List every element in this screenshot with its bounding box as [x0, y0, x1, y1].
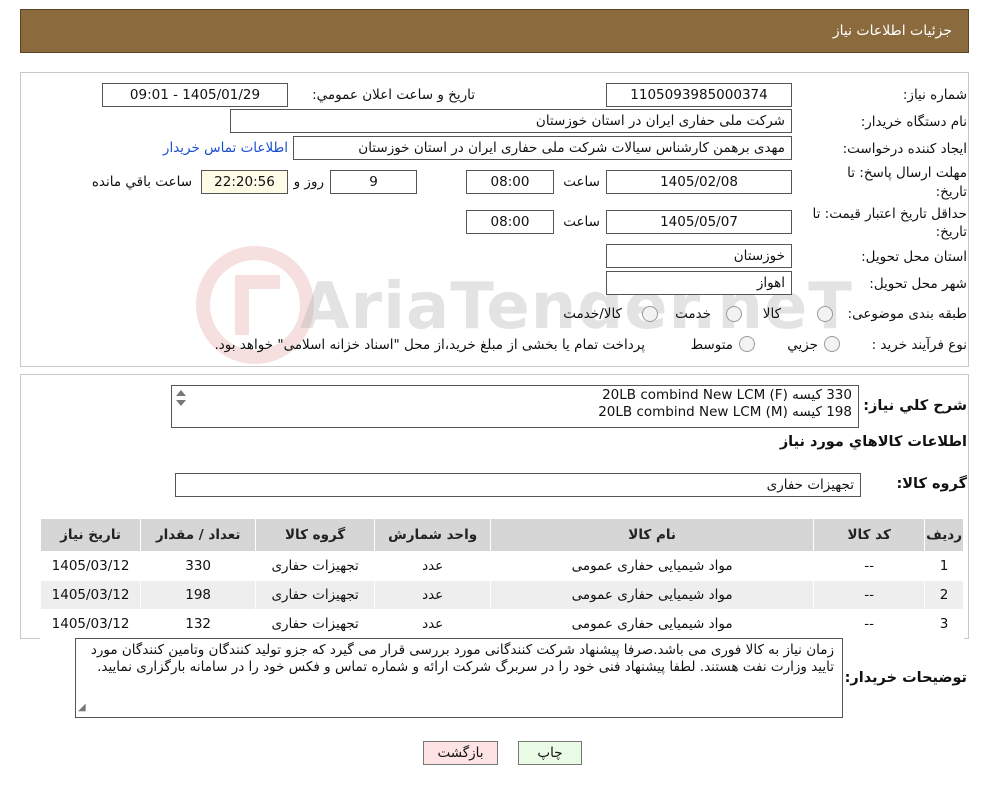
- cell-qty: 132: [140, 609, 257, 639]
- cell-date: 1405/03/12: [39, 580, 142, 610]
- city-field: اهواز: [606, 271, 792, 295]
- cell-date: 1405/03/12: [39, 609, 142, 639]
- cell-group: تجهیزات حفاری: [255, 580, 376, 610]
- description-textarea[interactable]: 330 کیسه 20LB combind New LCM (F) 198 کی…: [171, 385, 859, 428]
- buyer-notes-text: زمان نیاز به کالا فوری می باشد.صرفا پیشن…: [90, 642, 834, 675]
- col-code: کد کالا: [813, 518, 926, 552]
- cell-group: تجهیزات حفاری: [255, 609, 376, 639]
- process-option-minor: جزيي: [787, 337, 818, 353]
- col-group: گروه کالا: [255, 518, 376, 552]
- buyer-org-field: شرکت ملی حفاری ایران در استان خوزستان: [230, 109, 792, 133]
- resize-grip-icon[interactable]: ◢: [78, 699, 86, 716]
- description-line-1: 330 کیسه 20LB combind New LCM (F): [602, 387, 852, 403]
- city-label: شهر محل تحویل:: [869, 276, 967, 292]
- process-note: پرداخت تمام یا بخشی از مبلغ خرید،از محل …: [214, 337, 645, 353]
- category-radio-goods-service[interactable]: [642, 306, 658, 322]
- cell-unit: عدد: [374, 580, 492, 610]
- province-field: خوزستان: [606, 244, 792, 268]
- deadline-label-date: تاریخ:: [935, 184, 967, 200]
- need-number-field: 1105093985000374: [606, 83, 792, 107]
- remaining-time-label: ساعت باقي مانده: [91, 174, 192, 190]
- validity-date-field: 1405/05/07: [606, 210, 792, 234]
- buyer-org-label: نام دستگاه خريدار:: [860, 114, 967, 130]
- announce-field: 1405/01/29 - 09:01: [102, 83, 288, 107]
- deadline-label: مهلت ارسال پاسخ: تا: [847, 165, 967, 181]
- remaining-time-field: 22:20:56: [201, 170, 288, 194]
- province-label: استان محل تحویل:: [861, 249, 967, 265]
- category-label: طبقه بندی موضوعی:: [847, 306, 967, 322]
- cell-code: --: [813, 551, 926, 581]
- creator-label: ایجاد کننده درخواست:: [842, 141, 967, 157]
- col-unit: واحد شمارش: [374, 518, 492, 552]
- days-label: روز و: [293, 174, 324, 190]
- description-line-2: 198 کیسه 20LB combind New LCM (M): [598, 404, 852, 420]
- cell-name: مواد شیمیایی حفاری عمومی: [490, 551, 815, 581]
- category-radio-goods[interactable]: [817, 306, 833, 322]
- validity-label-date: تاریخ:: [935, 224, 967, 240]
- table-row[interactable]: 3 -- مواد شیمیایی حفاری عمومی عدد تجهیزا…: [39, 609, 964, 639]
- description-label: شرح كلي نياز:: [863, 398, 967, 414]
- goods-section-title: اطلاعات كالاهاي مورد نياز: [779, 434, 967, 450]
- back-button[interactable]: بازگشت: [423, 741, 498, 765]
- validity-label: حداقل تاریخ اعتبار قیمت: تا: [812, 206, 967, 222]
- col-name: نام کالا: [490, 518, 815, 552]
- goods-group-label: گروه کالا:: [896, 476, 967, 492]
- buyer-contact-link[interactable]: اطلاعات تماس خریدار: [163, 140, 288, 156]
- page-header: جزئیات اطلاعات نیاز: [20, 9, 969, 53]
- scroll-up-icon[interactable]: [176, 390, 186, 396]
- cell-row: 2: [924, 580, 964, 610]
- print-button[interactable]: چاپ: [518, 741, 582, 765]
- deadline-time-label: ساعت: [563, 174, 600, 190]
- page-title: جزئیات اطلاعات نیاز: [832, 23, 952, 39]
- announce-label: تاریخ و ساعت اعلان عمومي:: [312, 87, 475, 103]
- process-radio-medium[interactable]: [739, 336, 755, 352]
- cell-row: 1: [924, 551, 964, 581]
- cell-row: 3: [924, 609, 964, 639]
- buyer-notes-textarea[interactable]: زمان نیاز به کالا فوری می باشد.صرفا پیشن…: [75, 638, 843, 718]
- process-radio-minor[interactable]: [824, 336, 840, 352]
- table-row[interactable]: 1 -- مواد شیمیایی حفاری عمومی عدد تجهیزا…: [39, 551, 964, 581]
- category-option-goods: کالا: [762, 306, 781, 322]
- buyer-notes-label: توضیحات خریدار:: [844, 670, 967, 686]
- category-option-goods-service: کالا/خدمت: [563, 306, 622, 322]
- goods-group-field: تجهیزات حفاری: [175, 473, 861, 497]
- category-radio-service[interactable]: [726, 306, 742, 322]
- scroll-down-icon[interactable]: [176, 400, 186, 406]
- deadline-date-field: 1405/02/08: [606, 170, 792, 194]
- process-label: نوع فرآیند خرید :: [871, 337, 967, 353]
- cell-code: --: [813, 609, 926, 639]
- col-date: تاریخ نیاز: [39, 518, 142, 552]
- cell-qty: 330: [140, 551, 257, 581]
- days-remaining-field: 9: [330, 170, 417, 194]
- cell-unit: عدد: [374, 551, 492, 581]
- process-option-medium: متوسط: [690, 337, 733, 353]
- goods-table: ردیف کد کالا نام کالا واحد شمارش گروه کا…: [39, 518, 964, 639]
- validity-time-label: ساعت: [563, 214, 600, 230]
- deadline-time-field: 08:00: [466, 170, 554, 194]
- creator-field: مهدی برهمن کارشناس سیالات شرکت ملی حفاری…: [293, 136, 792, 160]
- table-header-row: ردیف کد کالا نام کالا واحد شمارش گروه کا…: [39, 518, 964, 552]
- table-row[interactable]: 2 -- مواد شیمیایی حفاری عمومی عدد تجهیزا…: [39, 580, 964, 610]
- col-qty: تعداد / مقدار: [140, 518, 257, 552]
- cell-code: --: [813, 580, 926, 610]
- cell-unit: عدد: [374, 609, 492, 639]
- category-option-service: خدمت: [675, 306, 711, 322]
- cell-group: تجهیزات حفاری: [255, 551, 376, 581]
- validity-time-field: 08:00: [466, 210, 554, 234]
- need-number-label: شماره نیاز:: [902, 87, 967, 103]
- cell-qty: 198: [140, 580, 257, 610]
- col-row: ردیف: [924, 518, 964, 552]
- cell-date: 1405/03/12: [39, 551, 142, 581]
- cell-name: مواد شیمیایی حفاری عمومی: [490, 580, 815, 610]
- cell-name: مواد شیمیایی حفاری عمومی: [490, 609, 815, 639]
